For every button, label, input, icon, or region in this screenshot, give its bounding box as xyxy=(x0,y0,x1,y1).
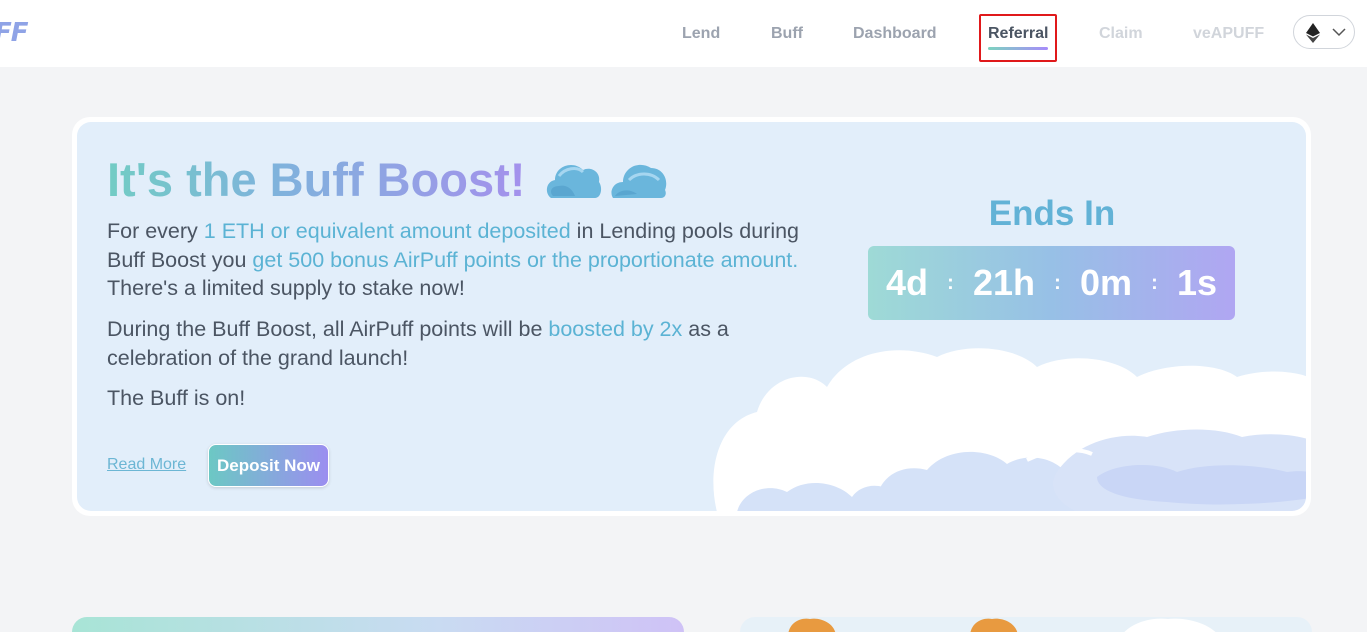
buff-boost-card: It's the Buff Boost! For every 1 ETH or … xyxy=(72,117,1311,516)
decorative-illustration xyxy=(788,618,1216,632)
deposit-now-button[interactable]: Deposit Now xyxy=(208,444,329,487)
logo[interactable]: FF xyxy=(0,18,29,48)
highlight-box xyxy=(979,14,1057,62)
nav-dashboard[interactable]: Dashboard xyxy=(853,25,937,43)
boost-multiplier-text: During the Buff Boost, all AirPuff point… xyxy=(107,315,807,372)
nav-veapuff[interactable]: veAPUFF xyxy=(1193,25,1264,43)
network-selector[interactable] xyxy=(1293,15,1355,49)
highlight-text: boosted by 2x xyxy=(548,317,683,341)
timer-minutes: 0m xyxy=(1079,262,1132,303)
timer-separator: : xyxy=(1151,271,1158,294)
stats-card-right xyxy=(740,617,1312,632)
hero-title: It's the Buff Boost! xyxy=(107,153,526,206)
timer-separator: : xyxy=(1054,271,1061,294)
boost-description: For every 1 ETH or equivalent amount dep… xyxy=(107,217,807,303)
chevron-down-icon xyxy=(1332,28,1346,37)
timer-separator: : xyxy=(947,271,954,294)
cloud-icon xyxy=(611,164,667,198)
cloud-icon xyxy=(546,165,602,198)
timer-hours: 21h xyxy=(972,262,1036,303)
text: For every xyxy=(107,219,204,243)
ends-in-label: Ends In xyxy=(988,194,1116,233)
buff-on-text: The Buff is on! xyxy=(107,386,246,410)
ethereum-icon xyxy=(1306,23,1320,43)
stats-card-left xyxy=(72,617,684,632)
text: During the Buff Boost, all AirPuff point… xyxy=(107,317,549,341)
read-more-link[interactable]: Read More xyxy=(107,456,186,474)
text: There's a limited supply to stake now! xyxy=(107,276,465,300)
top-nav-bar: FF Lend Buff Dashboard Referral Claim ve… xyxy=(0,0,1367,67)
timer-seconds: 1s xyxy=(1176,262,1217,303)
nav-claim[interactable]: Claim xyxy=(1099,25,1143,43)
nav-buff[interactable]: Buff xyxy=(771,25,803,43)
highlight-text: 1 ETH or equivalent amount deposited xyxy=(203,219,571,243)
buff-boost-card-inner: It's the Buff Boost! For every 1 ETH or … xyxy=(77,122,1306,511)
timer-days: 4d xyxy=(886,262,929,303)
highlight-text: get 500 bonus AirPuff points or the prop… xyxy=(252,247,799,272)
nav-lend[interactable]: Lend xyxy=(682,25,720,43)
countdown-timer: 4d : 21h : 0m : 1s xyxy=(868,246,1235,320)
